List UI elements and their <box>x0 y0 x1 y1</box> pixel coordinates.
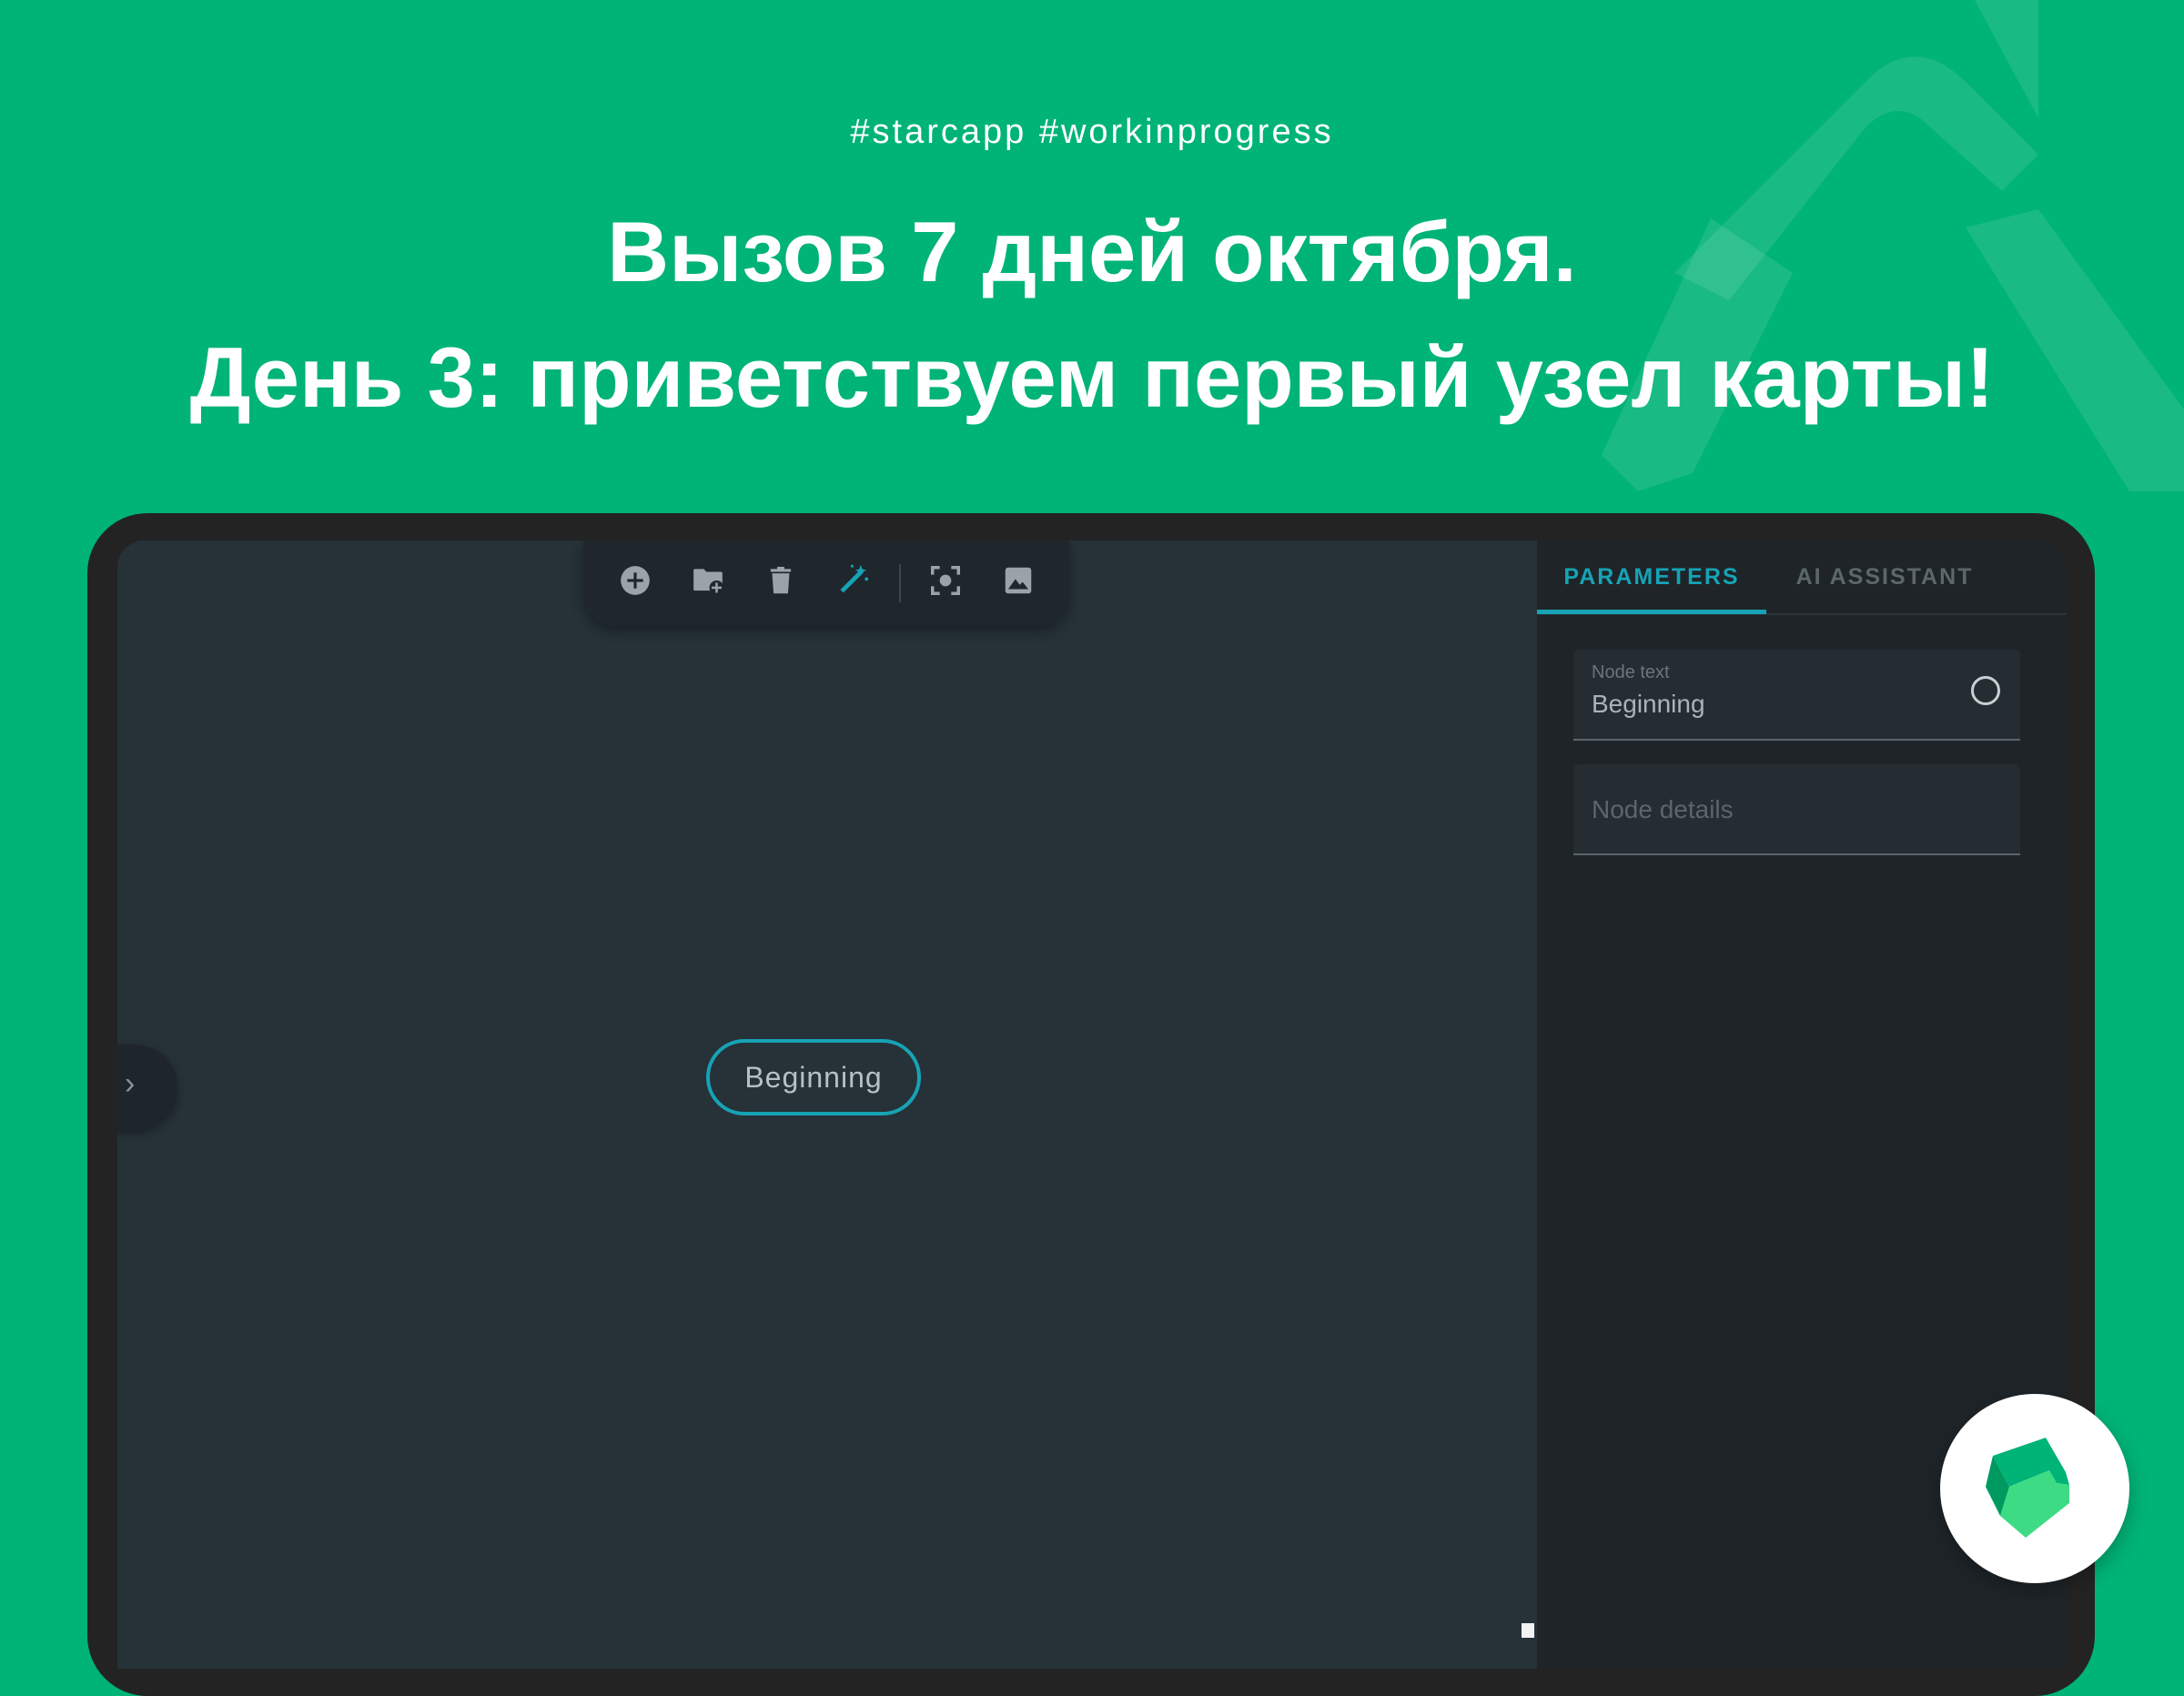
tab-ai-assistant[interactable]: AI ASSISTANT <box>1766 540 2003 613</box>
starc-logo-icon <box>1986 1438 2069 1538</box>
add-node-button[interactable] <box>612 557 659 604</box>
sidebar-expand-button[interactable]: › <box>117 1045 177 1130</box>
chevron-right-icon: › <box>125 1066 136 1101</box>
magic-wand-icon <box>840 564 869 593</box>
tab-parameters[interactable]: PARAMETERS <box>1537 540 1766 613</box>
node-details-field[interactable]: Node details <box>1573 764 2020 855</box>
app-screen: › Beginning PARAMETERS AI ASSISTANT Node… <box>117 540 2067 1669</box>
folder-plus-icon <box>693 569 724 595</box>
delete-button[interactable] <box>757 557 804 604</box>
map-canvas[interactable]: › Beginning <box>117 540 1537 1669</box>
resize-handle[interactable] <box>1522 1623 1534 1638</box>
node-text-value[interactable]: Beginning <box>1592 690 1705 719</box>
headline-line-1: Вызов 7 дней октября. <box>607 204 1577 299</box>
node-text-field[interactable]: Node text Beginning <box>1573 650 2020 741</box>
focus-button[interactable] <box>922 557 969 604</box>
app-logo-badge <box>1940 1394 2129 1583</box>
panel-tabs: PARAMETERS AI ASSISTANT <box>1537 540 2067 615</box>
node-details-placeholder[interactable]: Node details <box>1592 795 1734 824</box>
toolbar <box>583 540 1069 626</box>
image-icon <box>1005 567 1032 594</box>
plus-circle-icon <box>621 566 650 595</box>
ai-magic-button[interactable] <box>830 557 877 604</box>
active-tab-indicator <box>1537 610 1766 614</box>
hashtags: #starcapp #workinprogress <box>850 113 1334 151</box>
toolbar-divider <box>899 564 901 602</box>
map-node-beginning[interactable]: Beginning <box>706 1039 921 1116</box>
node-text-label: Node text <box>1592 662 1670 682</box>
export-image-button[interactable] <box>995 557 1042 604</box>
circle-status-icon[interactable] <box>1971 676 2000 705</box>
headline-line-2: День 3: приветствуем первый узел карты! <box>189 329 1995 425</box>
trash-icon <box>770 566 792 594</box>
focus-center-icon <box>931 566 960 595</box>
add-folder-button[interactable] <box>684 557 732 604</box>
